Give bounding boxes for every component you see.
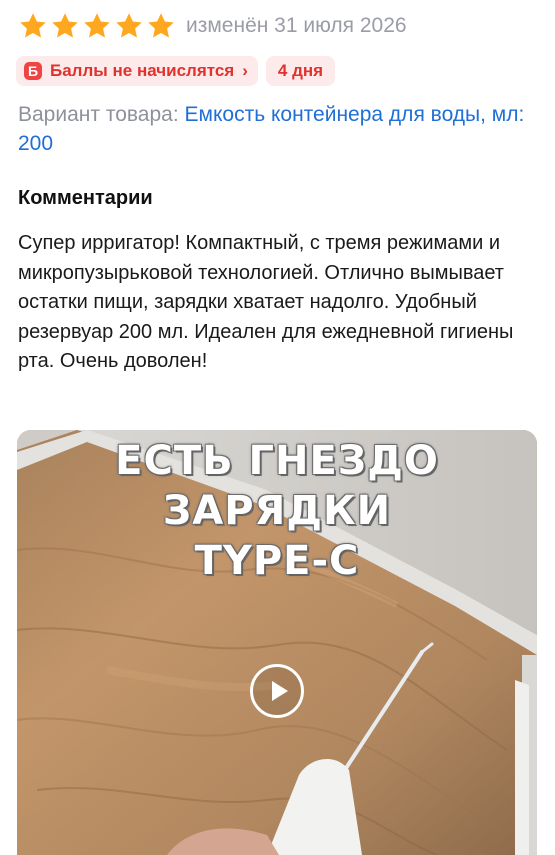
- variant-label: Вариант товара:: [18, 103, 179, 126]
- comment-text: Супер ирригатор! Компактный, с тремя реж…: [18, 232, 514, 372]
- star-icon: [18, 11, 48, 41]
- star-rating: [18, 11, 178, 41]
- review-card: изменён 31 июля 2026 Б Баллы не начислят…: [0, 0, 555, 855]
- points-badge[interactable]: Б Баллы не начислятся ›: [16, 56, 258, 86]
- review-date: изменён 31 июля 2026: [186, 14, 407, 37]
- video-overlay-title: ЕСТЬ ГНЕЗДО ЗАРЯДКИ TYPE-C: [17, 436, 537, 586]
- star-icon: [50, 11, 80, 41]
- star-icon: [82, 11, 112, 41]
- points-row: Б Баллы не начислятся › 4 дня: [16, 56, 336, 86]
- overlay-line: TYPE-C: [194, 538, 360, 584]
- overlay-line: ЕСТЬ ГНЕЗДО: [115, 438, 439, 484]
- points-label: Баллы не начислятся: [50, 61, 235, 80]
- product-variant: Вариант товара: Емкость контейнера для в…: [18, 100, 538, 158]
- play-button[interactable]: [250, 664, 304, 718]
- star-icon: [114, 11, 144, 41]
- rating-row: изменён 31 июля 2026: [18, 10, 407, 42]
- comments-heading: Комментарии: [18, 187, 153, 209]
- days-badge: 4 дня: [265, 56, 336, 86]
- video-preview[interactable]: ЕСТЬ ГНЕЗДО ЗАРЯДКИ TYPE-C: [17, 430, 537, 855]
- star-icon: [146, 11, 176, 41]
- points-icon: Б: [24, 62, 42, 80]
- chevron-right-icon: ›: [242, 61, 248, 80]
- play-icon: [272, 681, 288, 701]
- overlay-line: ЗАРЯДКИ: [162, 488, 392, 534]
